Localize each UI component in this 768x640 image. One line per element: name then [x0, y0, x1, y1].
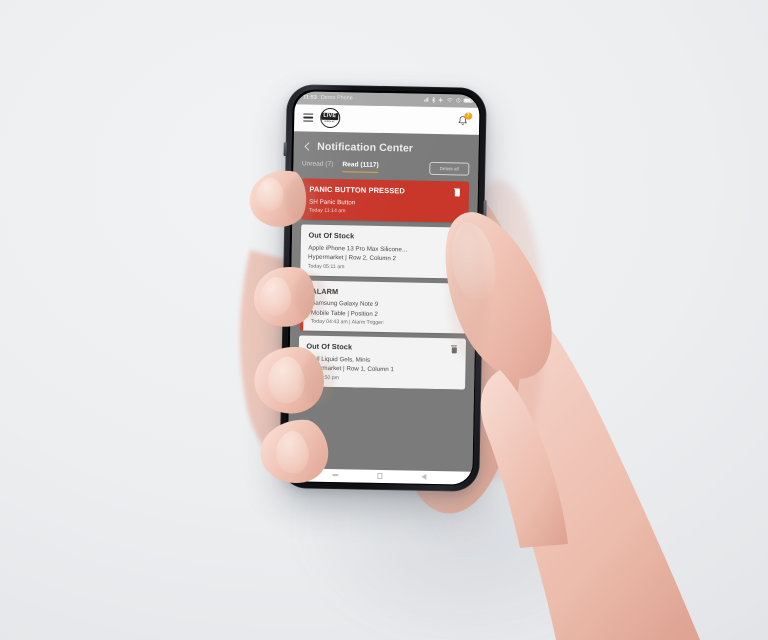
- logo-subtext: DISPLAY: [324, 120, 335, 124]
- notification-line-2: Hypermarket | Row 1, Column 1: [305, 364, 394, 374]
- notification-badge: 7: [464, 112, 472, 120]
- page-title: Notification Center: [317, 140, 414, 155]
- android-navigation-bar: [286, 467, 472, 485]
- notification-line-2: Hypermarket | Row 2, Column 2: [308, 253, 397, 263]
- notification-title: Out Of Stock: [308, 230, 355, 241]
- notification-card-out-of-stock-1[interactable]: Out Of Stock Apple iPhone 13 Pro Max Sil…: [299, 224, 468, 279]
- bluetooth-icon: [431, 96, 436, 103]
- page-header: Notification Center: [293, 131, 478, 160]
- trash-icon[interactable]: [451, 289, 459, 299]
- notification-title: ALARM: [311, 286, 339, 296]
- delete-all-button[interactable]: Delete all: [429, 161, 469, 176]
- notification-line-1: Apple iPhone 13 Pro Max Silicone…: [308, 244, 409, 254]
- volume-down-button[interactable]: [282, 202, 286, 226]
- recents-icon[interactable]: [332, 474, 339, 476]
- app-bar: LIVE DISPLAY 7: [293, 103, 479, 135]
- notification-line-1: Samsung Galaxy Note 9: [311, 299, 379, 309]
- notification-bell-button[interactable]: 7: [457, 112, 472, 128]
- notification-timestamp: Today 05:11 am: [307, 263, 345, 271]
- hamburger-menu-icon[interactable]: [302, 113, 313, 122]
- trash-icon[interactable]: [450, 345, 457, 354]
- live-display-logo: LIVE DISPLAY: [319, 107, 340, 129]
- notification-card-panic[interactable]: PANIC BUTTON PRESSED SH Panic Button Tod…: [300, 178, 469, 223]
- phone-screen: 11:53 Demo Phone LIVE DISPLAY 7 Notifica…: [286, 90, 480, 485]
- wifi-icon: [446, 98, 453, 103]
- notification-line-1: SH Panic Button: [309, 198, 356, 207]
- trash-icon[interactable]: [452, 233, 460, 243]
- back-chevron-icon[interactable]: [302, 141, 311, 150]
- notification-line-1: Advil Liquid Gels, Minis: [306, 355, 371, 364]
- logo-text: LIVE: [321, 112, 339, 121]
- notification-card-out-of-stock-2[interactable]: Out Of Stock Advil Liquid Gels, Minis Hy…: [297, 335, 466, 390]
- tab-unread[interactable]: Unread (7): [302, 161, 334, 172]
- notification-list: PANIC BUTTON PRESSED SH Panic Button Tod…: [289, 173, 478, 390]
- notification-line-2: Mobile Table | Position 2: [310, 309, 378, 318]
- silent-switch[interactable]: [283, 142, 287, 157]
- notification-card-alarm[interactable]: ALARM Samsung Galaxy Note 9 Mobile Table…: [298, 280, 467, 335]
- notification-timestamp: Today 11:14 am: [308, 207, 346, 215]
- battery-icon: [463, 98, 473, 103]
- home-icon[interactable]: [377, 473, 383, 479]
- status-bar-device-label: Demo Phone: [320, 94, 353, 102]
- location-icon: [438, 97, 444, 103]
- smartphone-device: 11:53 Demo Phone LIVE DISPLAY 7 Notifica…: [279, 84, 487, 492]
- signal-icon: [423, 97, 428, 102]
- status-bar-time: 11:53: [303, 94, 317, 101]
- notification-timestamp: Mon 02:50 pm: [305, 374, 339, 382]
- back-triangle-icon[interactable]: [421, 473, 427, 480]
- trash-icon[interactable]: [453, 188, 461, 197]
- notification-title: PANIC BUTTON PRESSED: [309, 184, 405, 196]
- alarm-icon: [455, 98, 461, 103]
- notification-center-page: Notification Center Unread (7) Read (111…: [286, 130, 479, 485]
- notification-title: Out Of Stock: [306, 341, 353, 352]
- volume-up-button[interactable]: [282, 172, 287, 196]
- tab-read[interactable]: Read (1117): [342, 161, 379, 173]
- notification-timestamp: Today 04:43 am | Alarm Trigger:: [310, 319, 385, 327]
